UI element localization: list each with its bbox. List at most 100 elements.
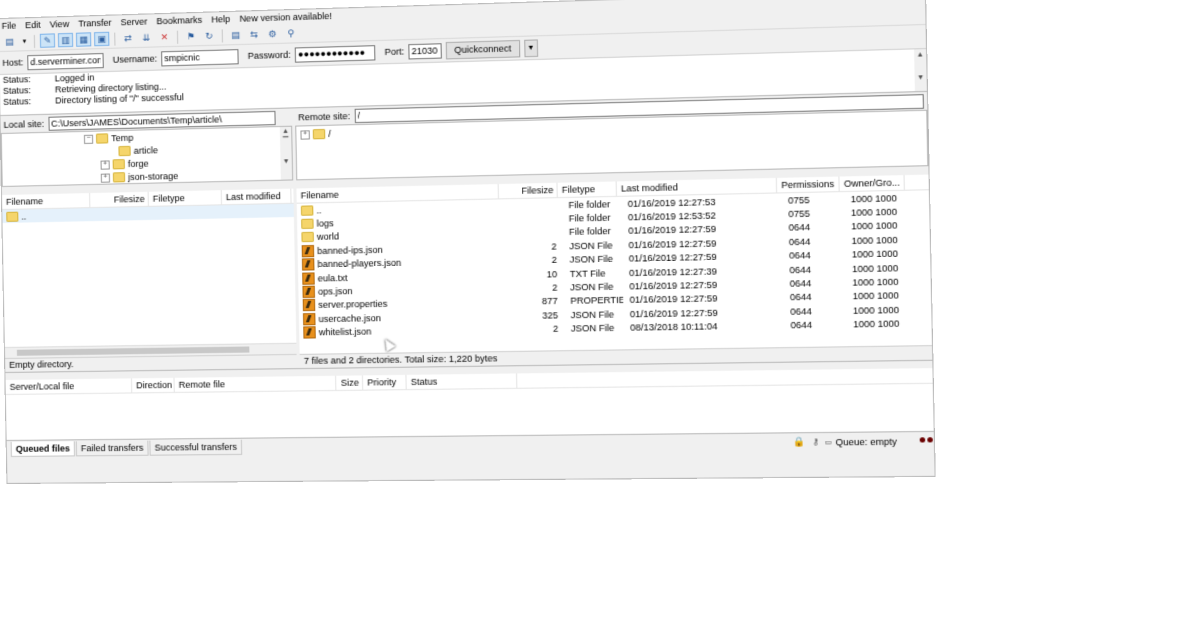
- cell-size: 10: [546, 268, 558, 280]
- cell-perm: 0755: [787, 194, 810, 206]
- column-priority[interactable]: Priority: [362, 374, 407, 390]
- folder-icon: [301, 218, 314, 230]
- menu-bookmarks[interactable]: Bookmarks: [156, 15, 202, 26]
- column-filesize[interactable]: Filesize: [90, 191, 149, 208]
- cell-type: File folder: [568, 212, 611, 224]
- folder-icon: [112, 172, 126, 183]
- menu-help[interactable]: Help: [211, 14, 230, 25]
- file-name: banned-players.json: [317, 257, 402, 270]
- cell-type: PROPERTIE...: [570, 295, 624, 307]
- log-label: Status:: [3, 96, 32, 107]
- toggle-queue-icon[interactable]: ▣: [94, 31, 110, 47]
- column-last-modified[interactable]: Last modified: [221, 188, 292, 205]
- cell-modified: 08/13/2018 10:11:04: [630, 321, 718, 333]
- menu-file[interactable]: File: [2, 21, 17, 31]
- file-icon: [303, 326, 316, 339]
- cell-size: 2: [551, 241, 557, 252]
- refresh-icon[interactable]: ⇄: [120, 31, 135, 46]
- tree-item-forge[interactable]: + forge: [100, 158, 149, 171]
- tree-item-temp[interactable]: − Temp: [83, 132, 134, 145]
- toggle-log-icon[interactable]: ✎: [39, 33, 56, 48]
- password-input[interactable]: [294, 44, 376, 63]
- quickconnect-button[interactable]: Quickconnect: [445, 39, 520, 59]
- tab-queued-files[interactable]: Queued files: [10, 441, 76, 457]
- filter-icon[interactable]: ▤: [228, 28, 244, 43]
- tree-item-article[interactable]: article: [108, 144, 158, 157]
- menu-transfer[interactable]: Transfer: [78, 18, 112, 29]
- column-server-local-file[interactable]: Server/Local file: [5, 378, 133, 394]
- column-filesize[interactable]: Filesize: [498, 182, 558, 199]
- cell-perm: 0644: [789, 292, 812, 303]
- file-icon: [302, 299, 316, 312]
- column-size[interactable]: Size: [336, 375, 364, 390]
- port-input[interactable]: [408, 42, 442, 59]
- expand-icon[interactable]: +: [100, 159, 110, 170]
- username-input[interactable]: [161, 48, 239, 66]
- transfer-queue: Server/Local file Direction Remote file …: [5, 368, 934, 441]
- tree-label: json-storage: [127, 170, 179, 183]
- file-panes: Local site: − Temp article + forge + json-s…: [0, 91, 933, 373]
- tab-failed-transfers[interactable]: Failed transfers: [75, 440, 149, 457]
- column-filename[interactable]: Filename: [1, 193, 91, 209]
- sync-browse-icon[interactable]: ⚙: [265, 27, 281, 42]
- site-manager-icon[interactable]: ▤: [2, 35, 17, 49]
- host-input[interactable]: [27, 52, 104, 70]
- cell-perm: 0644: [789, 250, 811, 262]
- cell-type: JSON File: [569, 240, 613, 252]
- column-filetype[interactable]: Filetype: [148, 190, 223, 206]
- compare-icon[interactable]: ⇆: [246, 27, 262, 42]
- search-icon[interactable]: ⚲: [283, 26, 299, 41]
- column-permissions[interactable]: Permissions: [776, 176, 840, 193]
- file-icon: [301, 258, 315, 271]
- cell-type: JSON File: [569, 253, 614, 266]
- log-text: Logged in: [54, 72, 95, 84]
- tree-label: /: [328, 128, 331, 140]
- cell-size: 2: [552, 282, 558, 293]
- remote-site-label: Remote site:: [298, 110, 351, 122]
- file-icon: [302, 272, 315, 285]
- cell-perm: 0644: [789, 278, 812, 289]
- tree-item-json-storage[interactable]: + json-storage: [100, 170, 179, 184]
- cell-size: 2: [551, 254, 558, 266]
- cell-filename: whitelist.json: [299, 324, 506, 339]
- file-name: ..: [316, 204, 322, 216]
- expand-icon[interactable]: +: [300, 129, 310, 140]
- tree-label: forge: [127, 158, 149, 170]
- cancel-icon[interactable]: ✕: [157, 30, 172, 45]
- column-owner[interactable]: Owner/Gro...: [839, 175, 905, 192]
- cell-owner: 1000 1000: [852, 276, 899, 288]
- tab-successful-transfers[interactable]: Successful transfers: [149, 439, 243, 456]
- local-tree-scrollbar[interactable]: ▲ ▔ ▼: [279, 126, 293, 180]
- username-label: Username:: [112, 53, 158, 65]
- toggle-local-tree-icon[interactable]: ▥: [57, 32, 74, 48]
- local-pane: Local site: − Temp article + forge + json-s…: [0, 108, 300, 372]
- file-name: world: [316, 231, 340, 243]
- quickconnect-dropdown-icon[interactable]: ▼: [523, 38, 538, 57]
- collapse-icon[interactable]: −: [83, 134, 94, 144]
- column-remote-file[interactable]: Remote file: [174, 375, 337, 392]
- tree-item-root[interactable]: + /: [300, 128, 331, 141]
- reconnect-icon[interactable]: ↻: [201, 29, 217, 44]
- toggle-remote-tree-icon[interactable]: ▦: [75, 32, 92, 47]
- expand-icon[interactable]: +: [100, 173, 111, 183]
- menu-edit[interactable]: Edit: [25, 20, 41, 30]
- menu-view[interactable]: View: [50, 19, 70, 30]
- menu-new-version[interactable]: New version available!: [239, 11, 332, 24]
- column-status[interactable]: Status: [406, 373, 518, 390]
- menu-server[interactable]: Server: [121, 16, 148, 27]
- cell-perm: 0755: [788, 208, 811, 220]
- disconnect-icon[interactable]: ⚑: [183, 29, 199, 44]
- cell-perm: 0644: [790, 305, 812, 317]
- file-name: usercache.json: [318, 312, 382, 324]
- process-queue-icon[interactable]: ⇊: [138, 30, 153, 45]
- log-scrollbar[interactable]: ▲ ▼: [914, 49, 927, 92]
- scroll-thumb[interactable]: [16, 346, 250, 356]
- column-direction[interactable]: Direction: [131, 377, 175, 393]
- folder-icon: [6, 211, 19, 222]
- folder-icon: [300, 205, 314, 216]
- file-name: logs: [316, 218, 334, 229]
- dropdown-arrow-icon[interactable]: ▾: [20, 34, 29, 48]
- column-filetype[interactable]: Filetype: [557, 181, 617, 198]
- cell-size: 877: [541, 296, 558, 307]
- cell-owner: 1000 1000: [850, 192, 898, 205]
